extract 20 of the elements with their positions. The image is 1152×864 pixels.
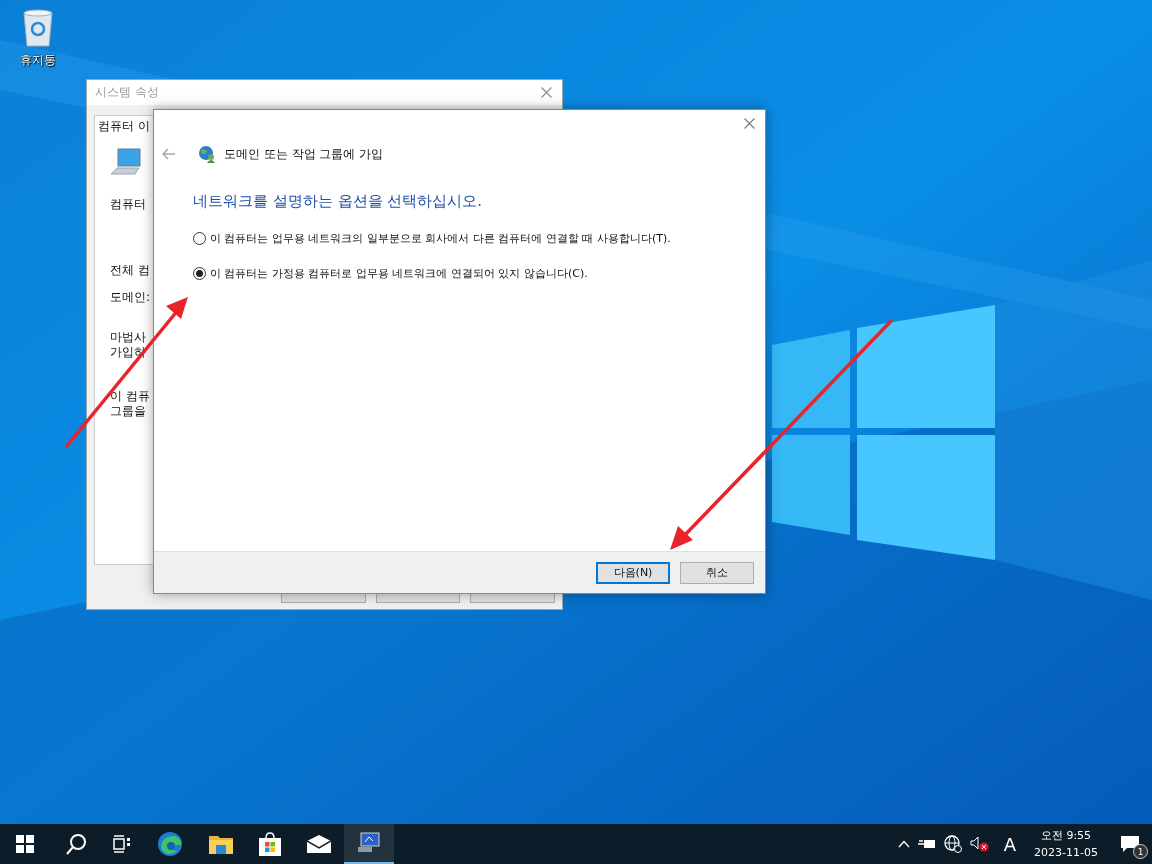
info-text: 도메인:	[110, 290, 151, 305]
option-label: 이 컴퓨터는 업무용 네트워크의 일부분으로 회사에서 다른 컴퓨터에 연결할 때 사용합니다(T).	[210, 231, 671, 246]
dialog-button[interactable]: 다음(N)	[596, 561, 670, 584]
dialog-button[interactable]: 취소	[680, 561, 754, 584]
window-title: 시스템 속성	[95, 84, 159, 101]
radio-option[interactable]: 이 컴퓨터는 업무용 네트워크의 일부분으로 회사에서 다른 컴퓨터에 연결할 때 사용합니다(T).	[193, 231, 765, 246]
option-label: 이 컴퓨터는 가정용 컴퓨터로 업무용 네트워크에 연결되어 있지 않습니다(C).	[210, 266, 588, 281]
date-text: 2023-11-05	[1034, 845, 1098, 861]
radio-option[interactable]: 이 컴퓨터는 가정용 컴퓨터로 업무용 네트워크에 연결되어 있지 않습니다(C).	[193, 266, 765, 281]
info-text: 이 컴퓨 그룹을	[110, 389, 150, 419]
dialog-title: 도메인 또는 작업 그룹에 가입	[224, 145, 384, 163]
info-text: 컴퓨터	[110, 197, 146, 212]
info-text: 전체 컴	[110, 263, 150, 278]
notification-count: 1	[1133, 844, 1148, 859]
tab[interactable]: 컴퓨터 이	[98, 118, 150, 135]
clock[interactable]: 오전 9:55 2023-11-05	[1034, 827, 1098, 861]
time-text: 오전 9:55	[1040, 828, 1092, 844]
icon-label: 휴지통	[20, 52, 56, 69]
instruction-heading: 네트워크를 설명하는 옵션을 선택하십시오.	[193, 192, 484, 211]
input-indicator[interactable]: A	[1003, 833, 1017, 855]
